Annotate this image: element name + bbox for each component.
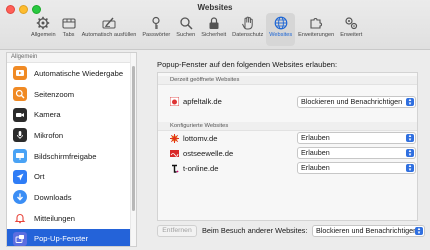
apfeltalk-favicon: [170, 97, 179, 106]
toolbar-label: Websites: [269, 32, 293, 38]
chevron-updown-icon: ▴ ▾: [406, 98, 414, 107]
t-online-favicon: [172, 164, 179, 173]
microphone-icon: [13, 128, 27, 143]
sidebar-item-camera[interactable]: Kamera: [7, 104, 136, 125]
lock-icon: [209, 17, 219, 29]
configured-sites-header: Konfigurierte Websites: [158, 122, 417, 131]
current-sites-header: Derzeit geöffnete Websites: [158, 76, 417, 85]
toolbar-label: Tabs: [62, 32, 75, 38]
page-title: Popup-Fenster auf den folgenden Websites…: [157, 60, 338, 69]
sidebar-scrollbar-thumb[interactable]: [132, 66, 135, 211]
sidebar-section-header: Allgemein: [7, 53, 136, 63]
chevron-updown-icon: ▴ ▾: [415, 227, 423, 236]
websites-table: Derzeit geöffnete Websites apfeltalk.de …: [157, 72, 418, 221]
toolbar-label: Datenschutz: [232, 32, 264, 38]
autofill-pencil-icon: [102, 17, 116, 29]
sidebar-item-popup-windows[interactable]: Pop-Up-Fenster: [7, 228, 136, 246]
gear-icon: [37, 16, 50, 30]
sidebar-item-label: Mitteilungen: [34, 213, 75, 223]
other-sites-label: Beim Besuch anderer Websites:: [202, 226, 308, 235]
key-icon: [152, 16, 160, 29]
download-icon: [13, 190, 27, 205]
location-icon: [13, 169, 27, 184]
screen-share-icon: [13, 149, 27, 164]
popup-value: Erlauben: [301, 133, 330, 142]
sidebar-item-notifications[interactable]: Mitteilungen: [7, 208, 136, 229]
site-name: t-online.de: [183, 164, 219, 173]
gears-icon: [345, 17, 358, 30]
toolbar-label: Erweitert: [340, 32, 363, 38]
sidebar-item-page-zoom[interactable]: Seitenzoom: [7, 84, 136, 105]
site-name: ostseewelle.de: [183, 149, 234, 158]
globe-icon: [274, 16, 288, 30]
hand-icon: [241, 16, 253, 30]
preferences-toolbar: Allgemein Tabs Automatisch ausfüllen Pas…: [28, 13, 365, 46]
toolbar-tab-advanced[interactable]: Erweitert: [337, 13, 365, 46]
sidebar-item-microphone[interactable]: Mikrofon: [7, 125, 136, 146]
toolbar-label: Erweiterungen: [298, 32, 335, 38]
toolbar-tab-tabs[interactable]: Tabs: [59, 13, 79, 46]
ostseewelle-permission-popup[interactable]: Erlauben ▴ ▾: [297, 147, 416, 159]
sidebar-item-label: Pop-Up-Fenster: [34, 234, 89, 244]
t-online-permission-popup[interactable]: Erlauben ▴ ▾: [297, 162, 416, 174]
toolbar-tab-autofill[interactable]: Automatisch ausfüllen: [79, 13, 140, 46]
camera-icon: [13, 107, 27, 122]
chevron-updown-icon: ▴ ▾: [406, 149, 414, 158]
zoom-icon: [13, 87, 27, 102]
sidebar-item-label: Automatische Wiedergabe: [34, 68, 124, 78]
sidebar-item-label: Ort: [34, 172, 45, 182]
sidebar-item-autoplay[interactable]: Automatische Wiedergabe: [7, 63, 136, 84]
play-icon: [13, 66, 27, 81]
lottomv-favicon: [170, 134, 179, 143]
popup-value: Erlauben: [301, 163, 330, 172]
toolbar-tab-passwords[interactable]: Passwörter: [139, 13, 173, 46]
chevron-updown-icon: ▴ ▾: [406, 134, 414, 143]
popup-settings-pane: Popup-Fenster auf den folgenden Websites…: [143, 52, 426, 247]
popup-value: Blockieren und Benachrichtigen: [316, 226, 418, 235]
title-bar: Websites Allgemein Tabs Automatisch ausf…: [0, 0, 430, 50]
lottomv-permission-popup[interactable]: Erlauben ▴ ▾: [297, 132, 416, 144]
toolbar-tab-security[interactable]: Sicherheit: [198, 13, 229, 46]
sidebar-item-location[interactable]: Ort: [7, 166, 136, 187]
window-title: Websites: [197, 3, 233, 12]
toolbar-tab-extensions[interactable]: Erweiterungen: [295, 13, 337, 46]
popup-value: Blockieren und Benachrichtigen: [301, 97, 403, 106]
magnifier-icon: [180, 17, 193, 30]
sidebar-item-label: Seitenzoom: [34, 89, 75, 99]
puzzle-icon: [310, 18, 323, 29]
sidebar-item-label: Kamera: [34, 110, 61, 120]
apfeltalk-permission-popup[interactable]: Blockieren und Benachrichtigen ▴ ▾: [297, 96, 416, 108]
toolbar-label: Passwörter: [142, 32, 171, 38]
sidebar-scrollbar-track[interactable]: [130, 53, 136, 246]
toolbar-tab-websites[interactable]: Websites: [266, 13, 296, 46]
sidebar-item-label: Downloads: [34, 192, 72, 202]
popup-window-icon: [13, 231, 27, 246]
site-name: lottomv.de: [183, 134, 218, 143]
toolbar-tab-search[interactable]: Suchen: [173, 13, 198, 46]
popup-value: Erlauben: [301, 148, 330, 157]
site-name: apfeltalk.de: [183, 97, 222, 106]
remove-button[interactable]: Entfernen: [157, 225, 197, 237]
toolbar-label: Sicherheit: [201, 32, 227, 38]
toolbar-label: Suchen: [176, 32, 196, 38]
toolbar-label: Automatisch ausfüllen: [81, 32, 137, 38]
bottom-bar: Entfernen Beim Besuch anderer Websites: …: [157, 224, 427, 238]
toolbar-tab-allgemein[interactable]: Allgemein: [28, 13, 59, 46]
ostseewelle-favicon: [170, 150, 179, 157]
sidebar-item-screen-sharing[interactable]: Bildschirmfreigabe: [7, 146, 136, 167]
toolbar-label: Allgemein: [31, 32, 56, 38]
sidebar-item-label: Mikrofon: [34, 130, 64, 140]
toolbar-tab-privacy[interactable]: Datenschutz: [229, 13, 266, 46]
sidebar: Allgemein Automatische Wiedergabe Seiten…: [6, 52, 137, 247]
bell-icon: [13, 211, 27, 226]
tabs-icon: [62, 18, 76, 29]
other-sites-permission-popup[interactable]: Blockieren und Benachrichtigen ▴ ▾: [312, 225, 425, 237]
sidebar-item-label: Bildschirmfreigabe: [34, 151, 97, 161]
chevron-updown-icon: ▴ ▾: [406, 164, 414, 173]
sidebar-item-downloads[interactable]: Downloads: [7, 187, 136, 208]
